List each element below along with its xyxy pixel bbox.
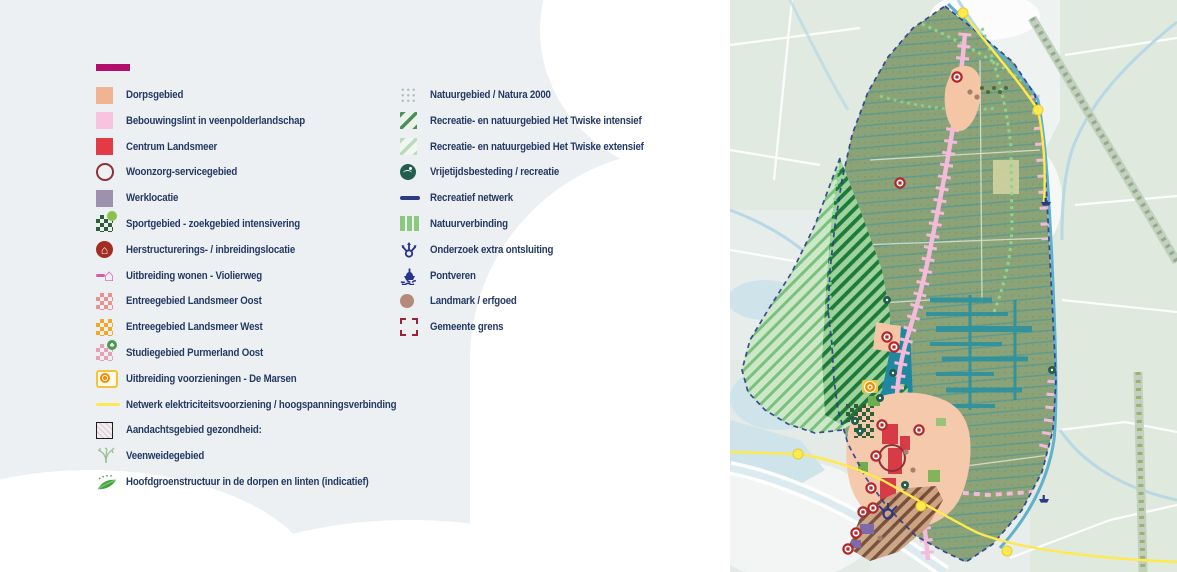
pontveren-boat <box>400 266 424 286</box>
hoofdgroen-leaf <box>96 472 120 492</box>
centrum-swatch <box>96 137 120 157</box>
legend-item-studiegebied: ♣ Studiegebied Purmerland Oost <box>96 340 433 363</box>
legend-item-pontveren: Pontveren <box>400 267 673 285</box>
legend-item-onderzoek: Onderzoek extra ontsluiting <box>400 241 673 259</box>
legend-label: Bebouwingslint in veenpolderlandschap <box>126 114 306 127</box>
studiegebied-checker: ♣ <box>96 340 120 363</box>
legend-label: Werklocatie <box>126 192 179 205</box>
onderzoek-arrows <box>400 240 424 260</box>
legend-column-left: Dorpsgebied Bebouwingslint in veenpolder… <box>96 86 433 499</box>
woonzorg-ring <box>96 162 120 182</box>
entree-west-checker <box>96 317 120 337</box>
landmark-dot <box>400 291 424 311</box>
legend-item-herstructurering: ⌂ Herstructurerings- / inbreidingslocati… <box>96 241 433 259</box>
legend-label: Onderzoek extra ontsluiting <box>430 243 554 256</box>
legend-label: Woonzorg-servicegebied <box>126 166 238 179</box>
structuurvisie-page: { "legend": { "accent_color": "#b10e6e",… <box>0 0 1177 572</box>
gemeente-grens-dash <box>400 317 424 337</box>
legend-label: Vrijetijdsbesteding / recreatie <box>430 166 560 179</box>
legend-item-de-marsen: Uitbreiding voorzieningen - De Marsen <box>96 369 433 389</box>
legend-label: Uitbreiding wonen - Violierweg <box>126 269 263 282</box>
vrijetijd-circle <box>400 162 424 182</box>
legend-label: Entreegebied Landsmeer Oost <box>126 295 262 308</box>
werklocatie-swatch <box>96 188 120 208</box>
legend-item-entree-west: Entreegebied Landsmeer West <box>96 318 433 336</box>
legend-label: Gemeente grens <box>430 321 504 334</box>
legend-item-gezondheid: Aandachtsgebied gezondheid: <box>96 421 433 439</box>
legend-label: Recreatie- en natuurgebied Het Twiske in… <box>430 114 642 127</box>
legend-label: Dorpsgebied <box>126 89 184 101</box>
legend-item-entree-oost: Entreegebied Landsmeer Oost <box>96 292 433 310</box>
gezondheid-box <box>96 420 120 440</box>
legend-label: Centrum Landsmeer <box>126 140 218 153</box>
legend-label: Aandachtsgebied gezondheid: <box>126 424 262 437</box>
herstructurering-house-ring: ⌂ <box>96 240 120 260</box>
legend-item-werklocatie: Werklocatie <box>96 189 433 207</box>
sportgebied-checker <box>96 211 120 234</box>
legend-label: Herstructurerings- / inbreidingslocatie <box>126 243 296 256</box>
natura-dots <box>400 85 424 105</box>
bebouwingslint-swatch <box>96 111 120 131</box>
legend-item-elektriciteit: Netwerk elektriciteitsvoorziening / hoog… <box>96 396 433 414</box>
legend-label: Natuurgebied / Natura 2000 <box>430 89 551 101</box>
legend-item-natuurverbinding: Natuurverbinding <box>400 215 673 233</box>
veenweide-grass <box>96 446 120 466</box>
legend-label: Recreatief netwerk <box>430 192 513 205</box>
legend-label: Hoofdgroenstructuur in de dorpen en lint… <box>126 475 369 488</box>
twiske-extensief-stripes <box>400 137 424 157</box>
legend-label: Pontveren <box>430 269 476 282</box>
legend-label: Sportgebied - zoekgebied intensivering <box>126 217 301 230</box>
legend-item-gemeente-grens: Gemeente grens <box>400 317 673 337</box>
legend-label: Veenweidegebied <box>126 450 205 463</box>
legend-label: Natuurverbinding <box>430 217 508 230</box>
legend-label: Recreatie- en natuurgebied Het Twiske ex… <box>430 140 644 153</box>
recreatief-netwerk-line <box>400 188 424 208</box>
legend-item-vrijetijd: Vrijetijdsbesteding / recreatie <box>400 163 673 181</box>
legend-label: Uitbreiding voorzieningen - De Marsen <box>126 372 297 385</box>
legend-label: Landmark / erfgoed <box>430 295 517 308</box>
legend-item-centrum: Centrum Landsmeer <box>96 138 433 156</box>
legend-item-hoofdgroen: Hoofdgroenstructuur in de dorpen en lint… <box>96 473 433 491</box>
legend-item-twiske-extensief: Recreatie- en natuurgebied Het Twiske ex… <box>400 138 673 156</box>
legend-item-twiske-intensief: Recreatie- en natuurgebied Het Twiske in… <box>400 112 673 130</box>
sportgebied-zone <box>846 404 874 422</box>
de-marsen-marker <box>862 380 878 393</box>
legend-item-dorpsgebied: Dorpsgebied <box>96 86 433 104</box>
werklocatie-zone <box>860 524 874 534</box>
legend-column-right: Natuurgebied / Natura 2000 Recreatie- en… <box>400 86 673 344</box>
open-field-patch <box>993 160 1019 194</box>
dorpsgebied-swatch <box>96 85 120 105</box>
map-legend: Dorpsgebied Bebouwingslint in veenpolder… <box>96 64 644 490</box>
legend-label: Entreegebied Landsmeer West <box>126 321 263 334</box>
legend-accent-bar <box>96 64 130 71</box>
entree-oost-checker <box>96 291 120 311</box>
legend-label: Netwerk elektriciteitsvoorziening / hoog… <box>126 398 397 411</box>
legend-item-bebouwingslint: Bebouwingslint in veenpolderlandschap <box>96 112 433 130</box>
de-marsen-icon <box>96 369 120 389</box>
legend-item-veenweide: Veenweidegebied <box>96 447 433 465</box>
map-svg <box>730 0 1177 572</box>
legend-item-recreatief-netwerk: Recreatief netwerk <box>400 189 673 207</box>
legend-item-woonzorg: Woonzorg-servicegebied <box>96 162 433 182</box>
uitbreiding-wonen-house: ⌂ <box>96 266 120 286</box>
elektriciteit-line <box>96 395 120 415</box>
legend-item-uitbreiding-wonen: ⌂ Uitbreiding wonen - Violierweg <box>96 267 433 285</box>
structuurvisie-map <box>730 0 1177 572</box>
legend-item-landmark: Landmark / erfgoed <box>400 292 673 310</box>
twiske-intensief-stripes <box>400 111 424 131</box>
legend-item-sportgebied: Sportgebied - zoekgebied intensivering <box>96 211 433 234</box>
legend-label: Studiegebied Purmerland Oost <box>126 346 264 359</box>
natuurverbinding-bars <box>400 214 424 234</box>
legend-item-natura2000: Natuurgebied / Natura 2000 <box>400 86 673 104</box>
